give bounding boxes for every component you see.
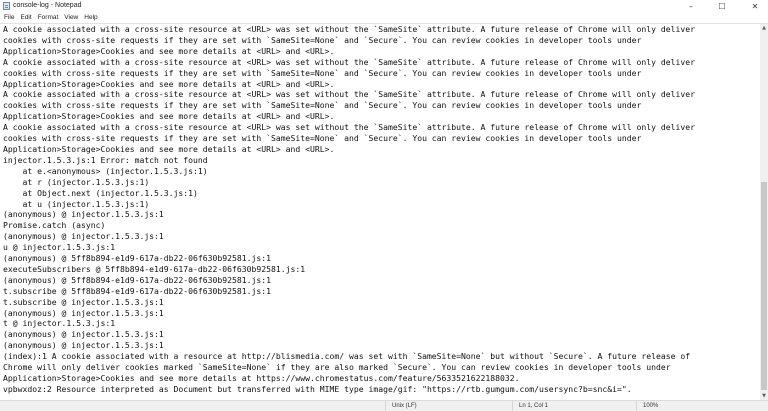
cursor-position-status: Ln 1, Col 1 [512, 401, 632, 411]
menu-file[interactable]: File [0, 12, 17, 23]
document-line: cookies with cross-site requests if they… [3, 133, 642, 144]
document-line: cookies with cross-site requests if they… [3, 100, 642, 111]
document-line: Application>Storage>Cookies and see more… [3, 143, 335, 154]
vertical-scrollbar[interactable]: ▲ ▼ [760, 24, 768, 400]
document-line: at r (injector.1.5.3.js:1) [3, 176, 150, 187]
document-line: (anonymous) @ 5ff8b894-e1d9-617a-db22-06… [3, 253, 272, 264]
scroll-down-icon[interactable]: ▼ [760, 392, 768, 400]
document-line: t.subscribe @ 5ff8b894-e1d9-617a-db22-06… [3, 285, 272, 296]
document-line: t.subscribe @ injector.1.5.3.js:1 [3, 296, 164, 307]
status-bar: Unix (LF) Ln 1, Col 1 100% [0, 400, 768, 411]
document-line: at u (injector.1.5.3.js:1) [3, 198, 150, 209]
scroll-thumb[interactable] [761, 182, 767, 390]
document-line: u @ injector.1.5.3.js:1 [3, 242, 116, 253]
text-editor[interactable]: A cookie associated with a cross-site re… [0, 24, 760, 400]
document-line: A cookie associated with a cross-site re… [3, 122, 695, 133]
close-icon: ✕ [751, 1, 759, 11]
document-line: A cookie associated with a cross-site re… [3, 56, 695, 67]
menu-view[interactable]: View [61, 12, 81, 23]
document-line: A cookie associated with a cross-site re… [3, 89, 695, 100]
scroll-up-icon[interactable]: ▲ [760, 24, 768, 32]
document-line: Application>Storage>Cookies and see more… [3, 111, 335, 122]
document-line: executeSubscribers @ 5ff8b894-e1d9-617a-… [3, 263, 306, 274]
document-line: (index):1 A cookie associated with a res… [3, 351, 691, 362]
document-line: at e.<anonymous> (injector.1.5.3.js:1) [3, 165, 208, 176]
document-line: A cookie associated with a cross-site re… [3, 24, 695, 34]
maximize-button[interactable]: ☐ [711, 0, 733, 12]
document-line: at Object.next (injector.1.5.3.js:1) [3, 187, 198, 198]
document-line: Application>Storage>Cookies and see more… [3, 45, 335, 56]
window-title: console-log - Notepad [13, 2, 82, 9]
document-line: Promise.catch (async) [3, 220, 106, 231]
document-line: Chrome will only deliver cookies marked … [3, 362, 671, 373]
line-ending-status: Unix (LF) [385, 401, 505, 411]
document-line: (anonymous) @ 5ff8b894-e1d9-617a-db22-06… [3, 274, 272, 285]
document-line: t @ injector.1.5.3.js:1 [3, 318, 116, 329]
minimize-icon: – [689, 1, 693, 11]
zoom-status: 100% [636, 401, 706, 411]
menu-edit[interactable]: Edit [17, 12, 34, 23]
document-line: (anonymous) @ injector.1.5.3.js:1 [3, 231, 164, 242]
document-line: injector.1.5.3.js:1 Error: match not fou… [3, 154, 208, 165]
title-bar[interactable]: console-log - Notepad [0, 0, 768, 12]
document-line: (anonymous) @ injector.1.5.3.js:1 [3, 307, 164, 318]
document-line: (anonymous) @ injector.1.5.3.js:1 [3, 340, 164, 351]
document-line: cookies with cross-site requests if they… [3, 67, 642, 78]
document-line: vpbwxdoz:2 Resource interpreted as Docum… [3, 383, 632, 394]
document-line: (anonymous) @ injector.1.5.3.js:1 [3, 209, 164, 220]
document-line: Application>Storage>Cookies and see more… [3, 78, 335, 89]
document-line: Application>Storage>Cookies and see more… [3, 373, 520, 383]
document-line: cookies with cross-site requests if they… [3, 34, 642, 45]
document-line: (anonymous) @ injector.1.5.3.js:1 [3, 329, 164, 340]
close-button[interactable]: ✕ [744, 0, 766, 12]
minimize-button[interactable]: – [680, 0, 702, 12]
notepad-icon [3, 2, 10, 10]
menu-bar: File Edit Format View Help [0, 12, 768, 23]
document-text[interactable]: A cookie associated with a cross-site re… [0, 24, 760, 395]
menu-help[interactable]: Help [81, 12, 100, 23]
menu-format[interactable]: Format [35, 12, 62, 23]
maximize-icon: ☐ [718, 1, 726, 11]
